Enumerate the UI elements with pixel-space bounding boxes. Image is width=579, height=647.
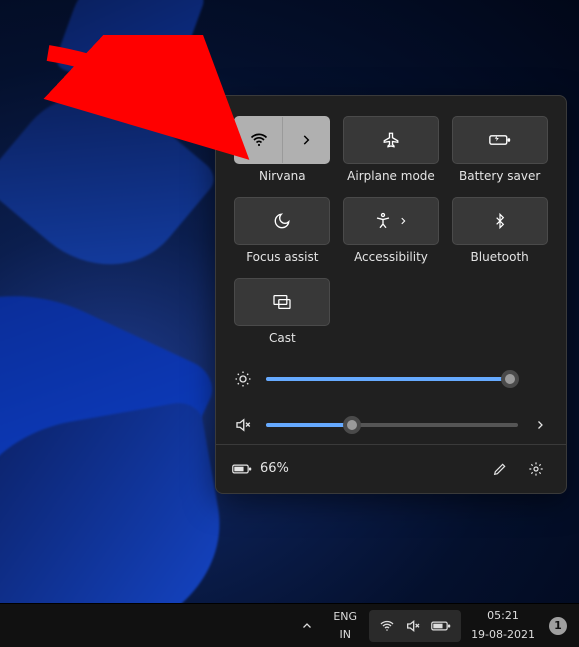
tile-bluetooth-wrap: Bluetooth [451,197,548,264]
quick-settings-tiles: Nirvana Airplane mode Battery saver [216,96,566,352]
language-line1: ENG [333,611,357,623]
tile-cast-wrap: Cast [234,278,331,345]
wifi-icon [379,618,395,634]
tile-focus-assist-label: Focus assist [246,251,318,264]
gear-icon [528,461,544,477]
tile-wifi-label: Nirvana [259,170,306,183]
cast-icon [272,294,292,310]
tile-wifi[interactable] [234,116,330,164]
clock-button[interactable]: 05:21 19-08-2021 [465,610,541,642]
pencil-icon [492,461,508,477]
chevron-up-icon [301,620,313,632]
battery-saver-icon [489,133,511,147]
chevron-right-icon [299,133,313,147]
wifi-icon [249,130,269,150]
tile-airplane-wrap: Airplane mode [343,116,440,183]
settings-button[interactable] [522,455,550,483]
clock-time: 05:21 [487,610,519,622]
tile-cast-label: Cast [269,332,296,345]
tile-battery-saver[interactable] [452,116,548,164]
language-button[interactable]: ENG IN [325,610,365,642]
tile-accessibility-label: Accessibility [354,251,428,264]
bluetooth-icon [492,212,508,230]
tile-bluetooth-label: Bluetooth [471,251,529,264]
volume-mute-icon [234,416,252,434]
moon-icon [273,212,291,230]
system-tray-button[interactable] [369,610,461,642]
tile-focus-assist[interactable] [234,197,330,245]
brightness-icon [234,370,252,388]
tile-airplane-label: Airplane mode [347,170,435,183]
battery-percent-text: 66% [260,461,289,476]
battery-icon [232,463,252,475]
notification-count-badge: 1 [549,617,567,635]
quick-settings-panel: Nirvana Airplane mode Battery saver [215,95,567,494]
tray-overflow-button[interactable] [293,610,321,642]
volume-slider-row [234,416,548,434]
tile-accessibility[interactable] [343,197,439,245]
tile-wifi-expand[interactable] [283,117,330,163]
language-line2: IN [339,629,350,641]
accessibility-icon [374,212,392,230]
quick-settings-footer: 66% [216,444,566,493]
battery-icon [431,620,451,632]
tile-focus-assist-wrap: Focus assist [234,197,331,264]
notifications-button[interactable]: 1 [545,610,571,642]
brightness-slider[interactable] [266,377,518,381]
taskbar: ENG IN 05:21 19-08-2021 1 [0,603,579,647]
volume-expand[interactable] [532,419,548,431]
airplane-icon [382,131,400,149]
tile-battery-saver-label: Battery saver [459,170,540,183]
chevron-right-icon [398,216,408,226]
edit-quick-settings-button[interactable] [486,455,514,483]
tile-bluetooth[interactable] [452,197,548,245]
tile-battery-saver-wrap: Battery saver [451,116,548,183]
tile-airplane[interactable] [343,116,439,164]
volume-mute-icon [405,618,421,634]
tile-wifi-toggle[interactable] [235,117,283,163]
tile-accessibility-wrap: Accessibility [343,197,440,264]
sliders-section [216,352,566,444]
chevron-right-icon [534,419,546,431]
tile-wifi-wrap: Nirvana [234,116,331,183]
brightness-slider-row [234,370,548,388]
clock-date: 19-08-2021 [471,629,535,641]
volume-slider[interactable] [266,423,518,427]
tile-cast[interactable] [234,278,330,326]
